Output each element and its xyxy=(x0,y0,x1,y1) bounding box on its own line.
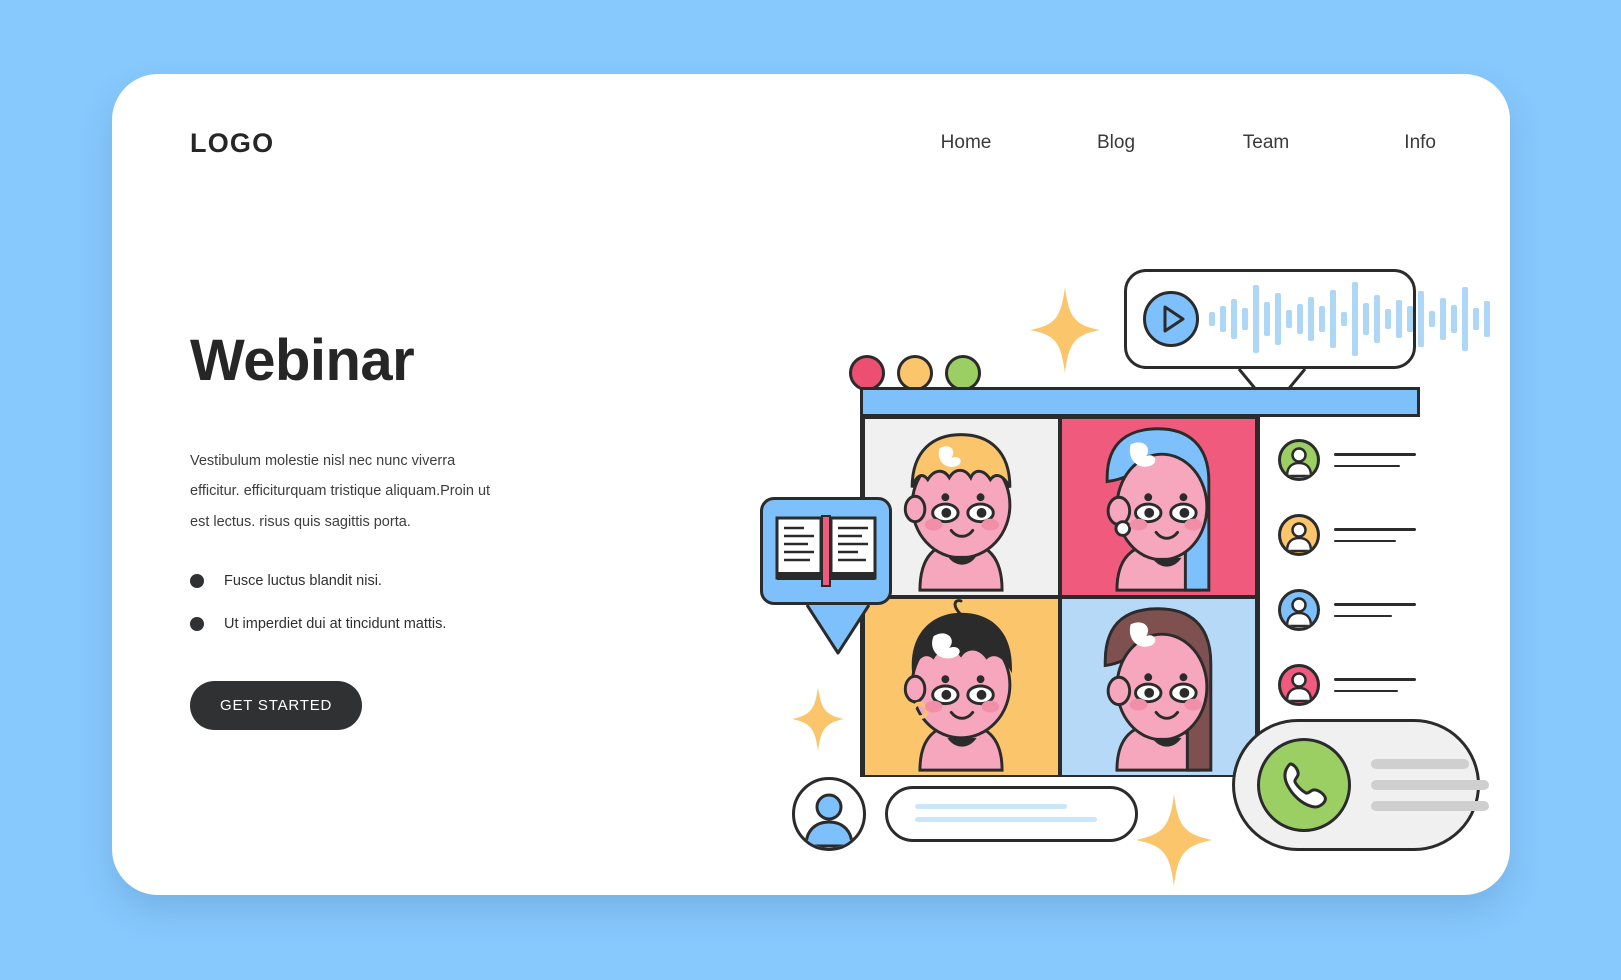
list-item-label: Fusce luctus blandit nisi. xyxy=(224,573,382,590)
avatar[interactable] xyxy=(792,777,866,851)
nav-item-blog[interactable]: Blog xyxy=(1041,132,1191,154)
list-item[interactable] xyxy=(1278,589,1420,631)
phone-icon[interactable] xyxy=(1257,738,1351,832)
participant-tile-blonde[interactable] xyxy=(863,417,1060,597)
hero-paragraph: Vestibulum molestie nisl nec nunc viverr… xyxy=(190,453,491,530)
list-item[interactable] xyxy=(1278,439,1420,481)
sparkle-left-icon xyxy=(792,687,844,751)
landing-card: LOGO Home Blog Team Info Webinar Vestibu… xyxy=(112,74,1510,895)
participant-tile-brownhair[interactable] xyxy=(1060,597,1257,777)
sparkle-top-icon xyxy=(1030,287,1100,373)
play-icon[interactable] xyxy=(1143,291,1199,347)
feature-list: Fusce luctus blandit nisi. Ut imperdiet … xyxy=(190,573,620,632)
person-icon xyxy=(1278,589,1320,631)
participant-name-lines xyxy=(1334,528,1416,542)
list-item[interactable] xyxy=(1278,514,1420,556)
window-dot-maximize[interactable] xyxy=(945,355,981,391)
sparkle-bottom-icon xyxy=(1136,794,1212,886)
video-grid xyxy=(863,417,1257,777)
bullet-icon xyxy=(190,574,204,589)
person-icon xyxy=(1278,514,1320,556)
person-icon xyxy=(1278,439,1320,481)
window-dot-minimize[interactable] xyxy=(897,355,933,391)
chat-input[interactable] xyxy=(885,786,1138,842)
page-title: Webinar xyxy=(190,328,415,393)
list-item: Ut imperdiet dui at tincidunt mattis. xyxy=(190,616,620,632)
page-stage: LOGO Home Blog Team Info Webinar Vestibu… xyxy=(0,0,1621,980)
webinar-illustration xyxy=(612,169,1492,895)
window-title-bar xyxy=(863,390,1417,417)
list-item: Fusce luctus blandit nisi. xyxy=(190,573,620,589)
person-icon xyxy=(1278,664,1320,706)
bullet-icon xyxy=(190,617,204,632)
main-navigation: Home Blog Team Info xyxy=(891,132,1436,154)
book-bubble[interactable] xyxy=(760,497,892,655)
open-book-icon xyxy=(775,515,877,587)
participant-tile-bluehair[interactable] xyxy=(1060,417,1257,597)
call-detail-lines xyxy=(1371,759,1489,811)
bubble-tail xyxy=(805,605,871,655)
participant-name-lines xyxy=(1334,603,1416,617)
nav-item-home[interactable]: Home xyxy=(891,132,1041,154)
list-item-label: Ut imperdiet dui at tincidunt mattis. xyxy=(224,616,447,633)
incoming-call-card[interactable] xyxy=(1232,719,1489,851)
list-item[interactable] xyxy=(1278,664,1420,706)
audio-message-bubble[interactable] xyxy=(1124,269,1490,411)
logo[interactable]: LOGO xyxy=(190,128,274,159)
audio-waveform xyxy=(1209,282,1490,356)
nav-item-info[interactable]: Info xyxy=(1341,132,1436,154)
participant-name-lines xyxy=(1334,678,1416,692)
window-dot-close[interactable] xyxy=(849,355,885,391)
nav-item-team[interactable]: Team xyxy=(1191,132,1341,154)
hero-section: Webinar Vestibulum molestie nisl nec nun… xyxy=(190,328,620,731)
participant-tile-darkhair[interactable] xyxy=(863,597,1060,777)
participant-name-lines xyxy=(1334,453,1416,467)
get-started-button[interactable]: GET STARTED xyxy=(190,681,363,731)
